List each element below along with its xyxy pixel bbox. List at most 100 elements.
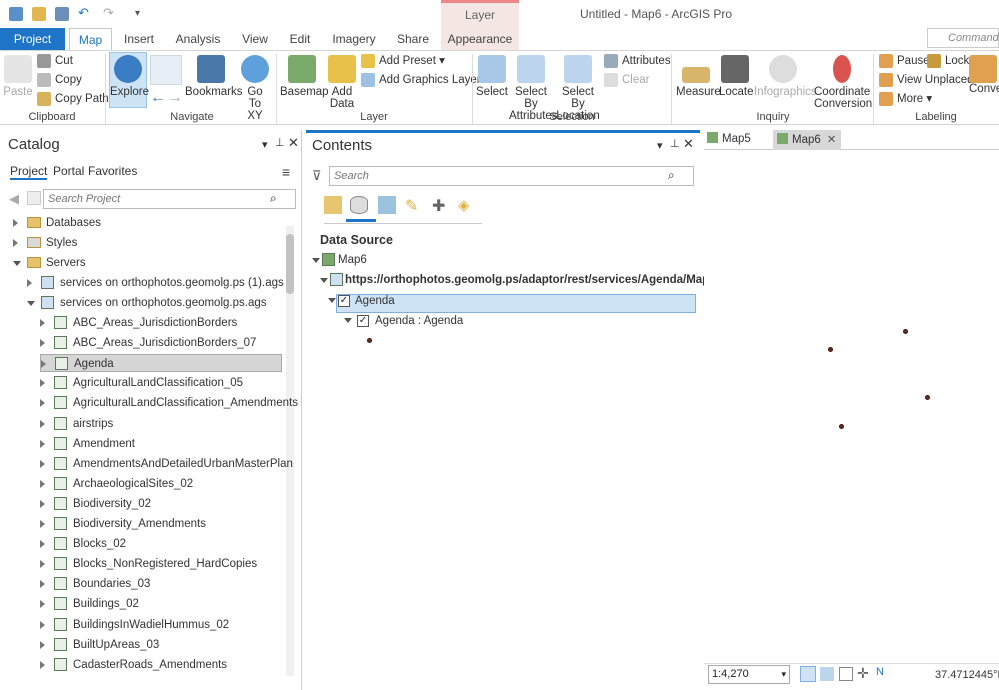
expand-arrow-icon[interactable] — [13, 261, 21, 266]
copy-path-button[interactable]: Copy Path — [37, 90, 109, 108]
expand-arrow-icon[interactable] — [41, 360, 46, 369]
map-point[interactable] — [839, 424, 844, 429]
layer-visibility-checkbox[interactable]: ✓ — [338, 295, 350, 307]
bookmarks-button[interactable]: Bookmarks — [185, 55, 243, 98]
clear-selection-button[interactable]: Clear — [604, 71, 649, 89]
tab-appearance[interactable]: Appearance — [441, 28, 519, 50]
grid-icon[interactable] — [839, 667, 853, 681]
tree-item-styles[interactable]: Styles — [13, 234, 77, 252]
tab-analysis[interactable]: Analysis — [170, 28, 226, 50]
tree-item-layer[interactable]: AgriculturalLandClassification_Amendment… — [40, 394, 298, 412]
scrollbar-thumb[interactable] — [286, 234, 294, 294]
expand-arrow-icon[interactable] — [40, 439, 45, 448]
expand-arrow-icon[interactable] — [40, 499, 45, 508]
tree-item-layer[interactable]: airstrips — [40, 415, 113, 433]
tree-item-layer[interactable]: BuildingsInWadielHummus_02 — [40, 616, 229, 634]
expand-arrow-icon[interactable] — [344, 318, 352, 323]
list-by-snapping-icon[interactable]: ✚ — [432, 196, 450, 215]
customize-qat-icon[interactable]: ▾ — [135, 8, 149, 22]
tree-item-layer[interactable]: AgriculturalLandClassification_05 — [40, 374, 243, 392]
copy-button[interactable]: Copy — [37, 71, 82, 89]
map-point[interactable] — [828, 347, 833, 352]
sublayer-visibility-checkbox[interactable]: ✓ — [357, 315, 369, 327]
tab-imagery[interactable]: Imagery — [327, 28, 381, 50]
explore-button[interactable]: Explore — [109, 52, 149, 108]
locate-button[interactable]: Locate — [719, 55, 754, 98]
pin-icon[interactable]: ⊥ — [275, 136, 285, 149]
expand-arrow-icon[interactable] — [40, 640, 45, 649]
tab-insert[interactable]: Insert — [118, 28, 160, 50]
open-project-icon[interactable] — [32, 7, 46, 21]
contents-map-row[interactable]: Map6 — [312, 251, 367, 269]
back-arrow-icon[interactable]: ← — [150, 89, 166, 107]
add-data-button[interactable]: Add Data — [327, 55, 357, 110]
expand-arrow-icon[interactable] — [328, 298, 336, 303]
save-icon[interactable] — [55, 7, 69, 21]
list-by-labeling-icon[interactable]: ◈ — [458, 196, 476, 214]
expand-arrow-icon[interactable] — [40, 459, 45, 468]
search-icon[interactable]: ⌕ — [668, 168, 675, 183]
pane-menu-icon[interactable]: ▾ — [262, 138, 268, 151]
tree-item-layer[interactable]: CadasterRoads_Amendments — [40, 656, 227, 674]
tab-share[interactable]: Share — [391, 28, 435, 50]
close-pane-icon[interactable]: ✕ — [288, 135, 299, 151]
map-point[interactable] — [903, 329, 908, 334]
new-project-icon[interactable] — [9, 7, 23, 21]
hamburger-menu-icon[interactable]: ≡ — [282, 164, 290, 180]
expand-arrow-icon[interactable] — [13, 239, 18, 247]
expand-arrow-icon[interactable] — [320, 278, 328, 283]
tree-item-layer[interactable]: Buildings_02 — [40, 595, 139, 613]
search-icon[interactable]: ⌕ — [270, 191, 277, 206]
scale-lock-icon[interactable] — [800, 666, 816, 682]
catalog-tab-portal[interactable]: Portal — [53, 164, 84, 178]
tree-item-layer[interactable]: Amendment — [40, 435, 135, 453]
tab-project[interactable]: Project — [0, 28, 65, 50]
filter-icon[interactable]: ⊽ — [312, 168, 322, 184]
expand-arrow-icon[interactable] — [40, 339, 45, 348]
tree-item-layer[interactable]: Blocks_NonRegistered_HardCopies — [40, 555, 257, 573]
expand-arrow-icon[interactable] — [40, 399, 45, 408]
expand-arrow-icon[interactable] — [312, 258, 320, 263]
back-icon[interactable]: ◀ — [9, 191, 19, 207]
tree-item-layer[interactable]: Biodiversity_02 — [40, 495, 151, 513]
tree-item-layer[interactable]: ABC_Areas_JurisdictionBorders — [40, 314, 237, 332]
tab-map6[interactable]: Map6 ✕ — [773, 130, 841, 150]
expand-arrow-icon[interactable] — [40, 600, 45, 609]
convert-button[interactable]: Conver — [969, 55, 999, 95]
list-by-drawing-order-icon[interactable] — [324, 196, 342, 214]
scale-selector[interactable]: 1:4,270 ▾ — [708, 665, 790, 684]
tree-item-layer[interactable]: Agenda — [40, 354, 282, 373]
north-arrow-icon[interactable]: N — [876, 666, 884, 678]
expand-arrow-icon[interactable] — [27, 301, 35, 306]
command-search[interactable]: Command S — [927, 28, 999, 62]
expand-arrow-icon[interactable] — [40, 660, 45, 669]
tab-map[interactable]: Map — [69, 28, 112, 50]
tree-item-layer[interactable]: Boundaries_03 — [40, 575, 150, 593]
tree-item-server[interactable]: services on orthophotos.geomolg.ps.ags — [27, 294, 266, 312]
map-view[interactable] — [704, 130, 999, 690]
lock-labels-button[interactable]: Lock — [927, 52, 969, 70]
tree-item-servers[interactable]: Servers — [13, 254, 86, 272]
rotation-icon[interactable] — [820, 667, 834, 681]
expand-arrow-icon[interactable] — [40, 620, 45, 629]
forward-arrow-icon[interactable]: → — [167, 89, 183, 107]
pane-menu-icon[interactable]: ▾ — [657, 139, 663, 152]
expand-arrow-icon[interactable] — [40, 580, 45, 589]
list-by-editing-icon[interactable]: ✎ — [405, 196, 423, 215]
tree-item-server[interactable]: services on orthophotos.geomolg.ps (1).a… — [27, 274, 284, 292]
paste-button[interactable]: Paste — [3, 55, 33, 98]
expand-arrow-icon[interactable] — [40, 479, 45, 488]
tree-item-layer[interactable]: ArchaeologicalSites_02 — [40, 475, 193, 493]
undo-icon[interactable]: ↶ — [78, 5, 92, 20]
cut-button[interactable]: Cut — [37, 52, 73, 70]
attributes-button[interactable]: Attributes — [604, 52, 671, 70]
basemap-button[interactable]: Basemap — [280, 55, 329, 98]
expand-arrow-icon[interactable] — [40, 379, 45, 388]
more-labeling-button[interactable]: More ▾ — [879, 90, 932, 108]
view-unplaced-button[interactable]: View Unplaced — [879, 71, 974, 89]
expand-arrow-icon[interactable] — [40, 319, 45, 327]
coordinate-conversion-button[interactable]: Coordinate Conversion — [814, 55, 872, 110]
expand-arrow-icon[interactable] — [40, 419, 45, 428]
tree-item-layer[interactable]: BuiltUpAreas_03 — [40, 636, 159, 654]
expand-arrow-icon[interactable] — [40, 540, 45, 549]
